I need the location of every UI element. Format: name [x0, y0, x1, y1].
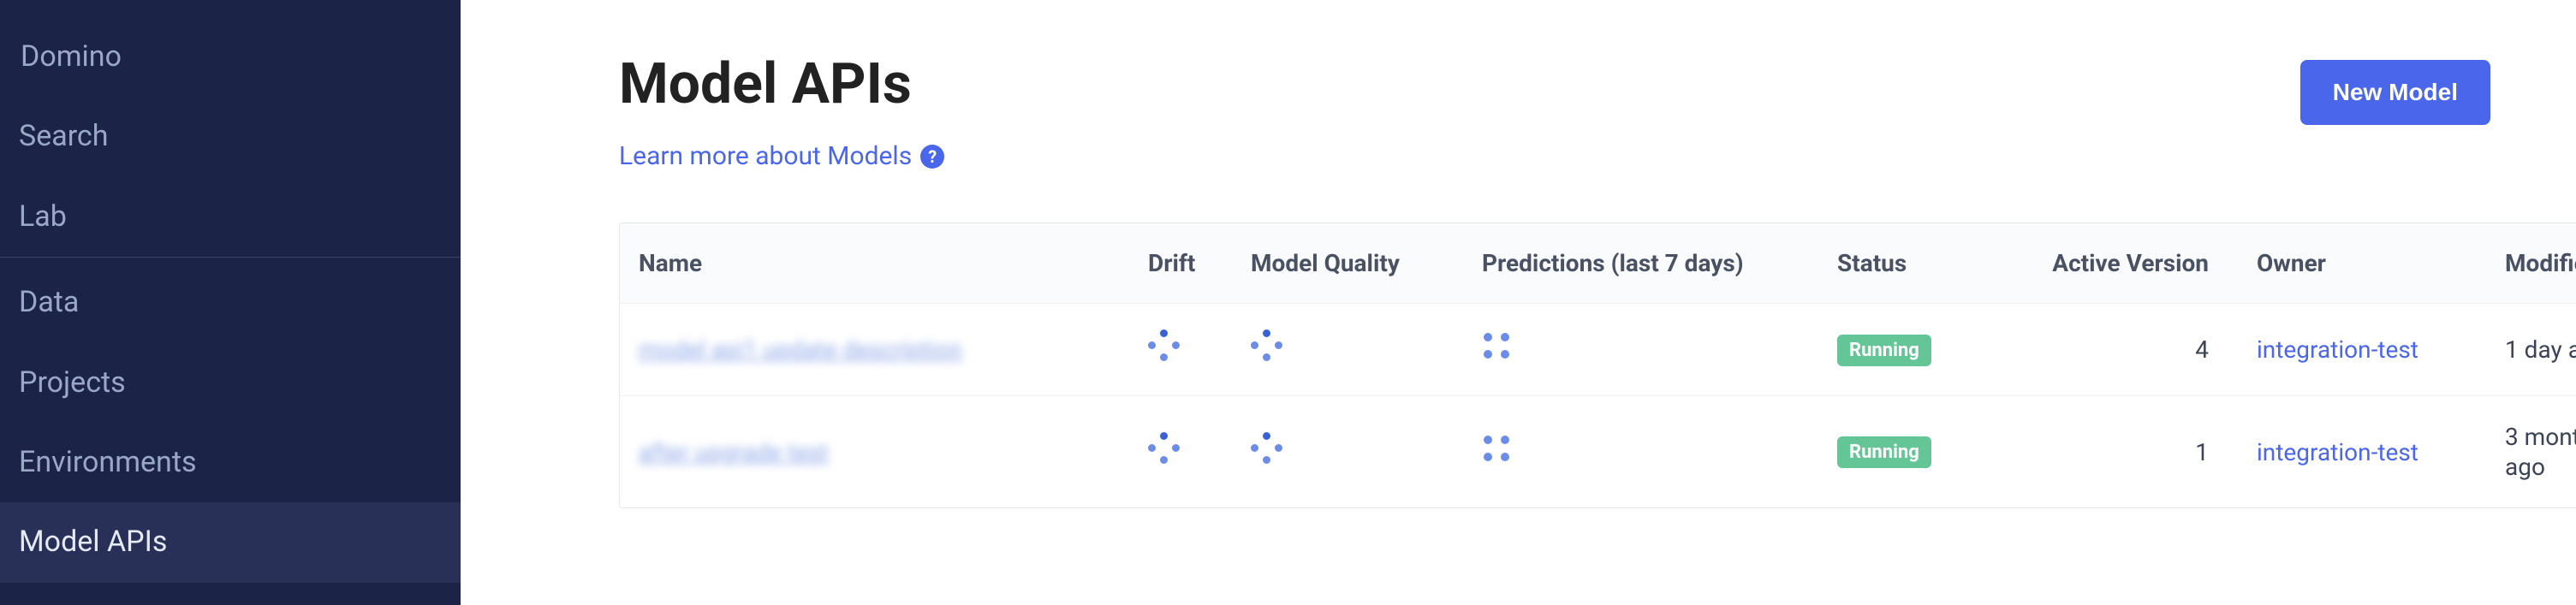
col-header-version[interactable]: Active Version	[2002, 223, 2238, 304]
col-header-drift[interactable]: Drift	[1129, 223, 1232, 304]
sidebar-item-environments[interactable]: Environments	[0, 423, 461, 502]
model-name-link[interactable]: after upgrade test	[639, 438, 829, 466]
col-header-owner[interactable]: Owner	[2238, 223, 2486, 304]
table-row: model api1 update description Running 4 …	[620, 304, 2576, 396]
page-title: Model APIs	[619, 51, 944, 117]
col-header-predictions[interactable]: Predictions (last 7 days)	[1463, 223, 1818, 304]
sidebar-item-projects[interactable]: Projects	[0, 343, 461, 423]
loading-icon	[1148, 432, 1182, 466]
col-header-status[interactable]: Status	[1818, 223, 2002, 304]
loading-icon	[1148, 329, 1182, 364]
sidebar-item-domino[interactable]: Domino	[0, 17, 461, 97]
models-table: Name Drift Model Quality Predictions (la…	[619, 222, 2576, 508]
owner-link[interactable]: integration-test	[2257, 335, 2418, 364]
learn-more-label: Learn more about Models	[619, 141, 912, 171]
col-header-modified[interactable]: Modified	[2486, 223, 2576, 304]
owner-link[interactable]: integration-test	[2257, 438, 2418, 466]
loading-icon	[1482, 331, 1513, 362]
active-version: 4	[2002, 304, 2238, 396]
loading-icon	[1251, 432, 1285, 466]
loading-icon	[1251, 329, 1285, 364]
sidebar-item-lab[interactable]: Lab	[0, 177, 461, 257]
col-header-name[interactable]: Name	[620, 223, 1129, 304]
modified-text: 1 day ago	[2505, 335, 2576, 364]
sidebar-divider	[0, 257, 461, 258]
model-name-link[interactable]: model api1 update description	[639, 335, 962, 364]
table-row: after upgrade test Running 1 integration…	[620, 396, 2576, 508]
sidebar-item-model-apis[interactable]: Model APIs	[0, 502, 461, 582]
col-header-quality[interactable]: Model Quality	[1232, 223, 1463, 304]
active-version: 1	[2002, 396, 2238, 508]
sidebar: Domino Search Lab Data Projects Environm…	[0, 0, 461, 605]
learn-more-link[interactable]: Learn more about Models ?	[619, 141, 944, 171]
sidebar-item-search[interactable]: Search	[0, 97, 461, 176]
status-badge: Running	[1837, 436, 1931, 468]
new-model-button[interactable]: New Model	[2300, 60, 2490, 125]
sidebar-item-data[interactable]: Data	[0, 263, 461, 342]
help-icon: ?	[920, 145, 944, 169]
status-badge: Running	[1837, 335, 1931, 366]
modified-text: 3 months ago	[2505, 423, 2576, 481]
main-content: Model APIs Learn more about Models ? New…	[461, 0, 2576, 605]
loading-icon	[1482, 434, 1513, 465]
